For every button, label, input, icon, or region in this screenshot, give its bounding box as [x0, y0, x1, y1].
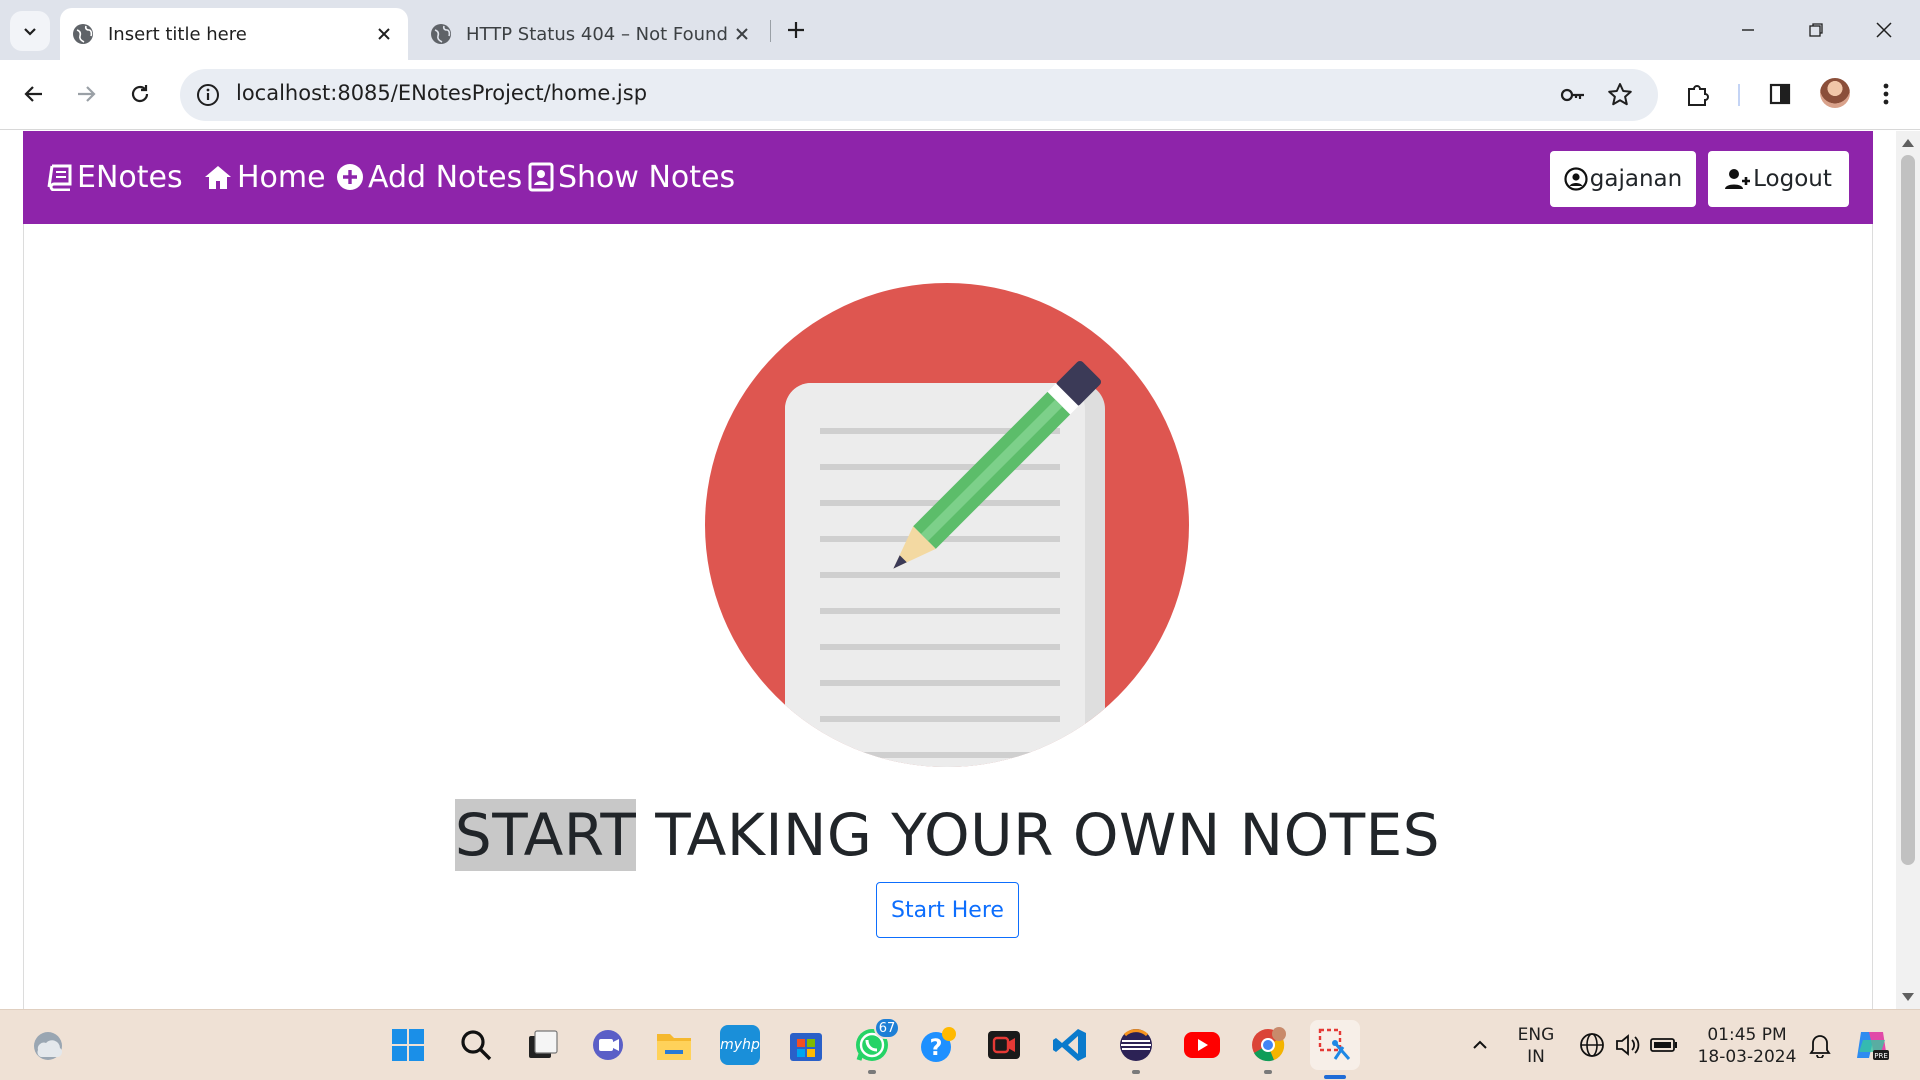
profile-avatar[interactable]	[1820, 78, 1850, 108]
weather-icon[interactable]	[28, 1026, 68, 1066]
star-icon[interactable]	[1606, 81, 1634, 109]
close-window-button[interactable]	[1856, 8, 1912, 52]
battery-icon[interactable]	[1644, 1025, 1684, 1065]
svg-text:?: ?	[930, 1036, 943, 1061]
tab-title: Insert title here	[108, 23, 247, 45]
hero-headline: START TAKING YOUR OWN NOTES	[0, 799, 1895, 871]
vscode-icon[interactable]	[1050, 1025, 1090, 1065]
copilot-icon[interactable]: PRE	[1852, 1025, 1892, 1065]
site-info-icon[interactable]	[194, 81, 222, 109]
language-indicator[interactable]: ENG IN	[1508, 1024, 1564, 1068]
chrome-icon[interactable]	[1248, 1025, 1288, 1074]
tab-strip: Insert title here HTTP Status 404 – Not …	[0, 0, 1920, 60]
file-explorer-icon[interactable]	[654, 1025, 694, 1065]
reload-icon	[131, 85, 149, 103]
side-panel-icon	[1769, 83, 1791, 105]
notes-illustration	[705, 283, 1189, 767]
arrow-right-icon	[78, 86, 96, 102]
contact-card-icon	[528, 162, 554, 192]
plus-circle-icon	[337, 164, 363, 190]
whatsapp-badge: 67	[874, 1017, 900, 1039]
tab-search-button[interactable]	[10, 11, 50, 51]
chevron-up-icon[interactable]	[1460, 1025, 1500, 1065]
help-icon[interactable]: ?	[918, 1025, 958, 1065]
plus-icon	[788, 22, 804, 38]
arrow-left-icon	[24, 86, 42, 102]
page-viewport: ENotes Home Add Notes Show Notes gajanan…	[0, 131, 1920, 1009]
close-tab-icon[interactable]	[728, 20, 756, 48]
scroll-down-icon[interactable]	[1902, 993, 1914, 1001]
page-scrollbar[interactable]	[1896, 131, 1920, 1009]
tab-insert-title[interactable]: Insert title here	[60, 8, 408, 60]
browser-menu-button[interactable]	[1866, 74, 1906, 114]
snipping-tool-icon[interactable]	[1310, 1020, 1360, 1079]
browser-toolbar: localhost:8085/ENotesProject/home.jsp	[0, 60, 1920, 130]
book-icon	[47, 164, 72, 191]
volume-icon[interactable]	[1608, 1025, 1648, 1065]
start-icon[interactable]	[388, 1025, 428, 1065]
close-icon	[1876, 22, 1892, 38]
store-icon[interactable]	[786, 1025, 826, 1065]
user-button[interactable]: gajanan	[1550, 151, 1696, 207]
extensions-button[interactable]	[1678, 74, 1718, 114]
network-globe-icon[interactable]	[1572, 1025, 1612, 1065]
forward-button[interactable]	[66, 74, 106, 114]
clock-date: 18-03-2024	[1697, 1047, 1797, 1067]
brand-link[interactable]: ENotes	[45, 155, 183, 199]
user-button-label: gajanan	[1589, 166, 1683, 192]
clock-time: 01:45 PM	[1707, 1025, 1787, 1045]
task-view-icon[interactable]	[522, 1025, 562, 1065]
reload-button[interactable]	[120, 74, 160, 114]
side-panel-button[interactable]	[1760, 74, 1800, 114]
new-tab-button[interactable]	[780, 14, 812, 46]
back-button[interactable]	[14, 74, 54, 114]
windows-taskbar: myhp 67 ? ENG IN 01:45 PM 18-03-2024 PRE	[0, 1009, 1920, 1080]
clock[interactable]: 01:45 PM 18-03-2024	[1692, 1024, 1802, 1068]
youtube-icon[interactable]	[1182, 1025, 1222, 1065]
whatsapp-icon[interactable]: 67	[852, 1017, 900, 1074]
headline-highlight: START	[454, 799, 637, 871]
nav-home[interactable]: Home	[203, 155, 326, 199]
search-icon[interactable]	[456, 1025, 496, 1065]
logout-button[interactable]: Logout	[1708, 151, 1849, 207]
globe-icon	[431, 24, 451, 44]
address-bar[interactable]: localhost:8085/ENotesProject/home.jsp	[180, 69, 1658, 121]
restore-icon	[1809, 23, 1823, 37]
nav-show-notes-label: Show Notes	[558, 159, 736, 195]
headline-rest: TAKING YOUR OWN NOTES	[636, 801, 1441, 869]
globe-icon	[73, 24, 93, 44]
navbar: ENotes Home Add Notes Show Notes gajanan…	[23, 131, 1873, 224]
nav-show-notes[interactable]: Show Notes	[528, 155, 735, 199]
eclipse-icon[interactable]	[1116, 1025, 1156, 1074]
tab-404[interactable]: HTTP Status 404 – Not Found	[418, 8, 766, 60]
nav-add-notes[interactable]: Add Notes	[336, 155, 522, 199]
url-text[interactable]: localhost:8085/ENotesProject/home.jsp	[236, 81, 647, 105]
brand-text: ENotes	[77, 159, 183, 195]
user-circle-icon	[1564, 167, 1588, 191]
nav-home-label: Home	[237, 159, 326, 195]
tab-title: HTTP Status 404 – Not Found	[466, 23, 728, 45]
scroll-thumb[interactable]	[1901, 155, 1915, 865]
puzzle-icon	[1688, 85, 1709, 106]
kebab-menu-icon	[1883, 83, 1889, 105]
restore-button[interactable]	[1788, 8, 1844, 52]
screen-recorder-icon[interactable]	[984, 1025, 1024, 1065]
key-icon[interactable]	[1558, 81, 1586, 109]
myhp-icon[interactable]: myhp	[720, 1025, 760, 1065]
teams-icon[interactable]	[588, 1025, 628, 1065]
svg-text:PRE: PRE	[1874, 1052, 1888, 1060]
scroll-up-icon[interactable]	[1902, 139, 1914, 147]
toolbar-separator	[1738, 84, 1740, 106]
close-tab-icon[interactable]	[370, 20, 398, 48]
start-here-button[interactable]: Start Here	[876, 882, 1019, 938]
tab-separator	[770, 20, 771, 42]
notification-bell-icon[interactable]	[1800, 1025, 1840, 1065]
minimize-button[interactable]	[1720, 8, 1776, 52]
nav-add-notes-label: Add Notes	[368, 159, 523, 195]
user-plus-icon	[1725, 169, 1751, 189]
chevron-down-icon	[24, 28, 36, 36]
logout-button-label: Logout	[1753, 166, 1832, 192]
minimize-icon	[1742, 29, 1754, 31]
home-icon	[205, 166, 231, 189]
